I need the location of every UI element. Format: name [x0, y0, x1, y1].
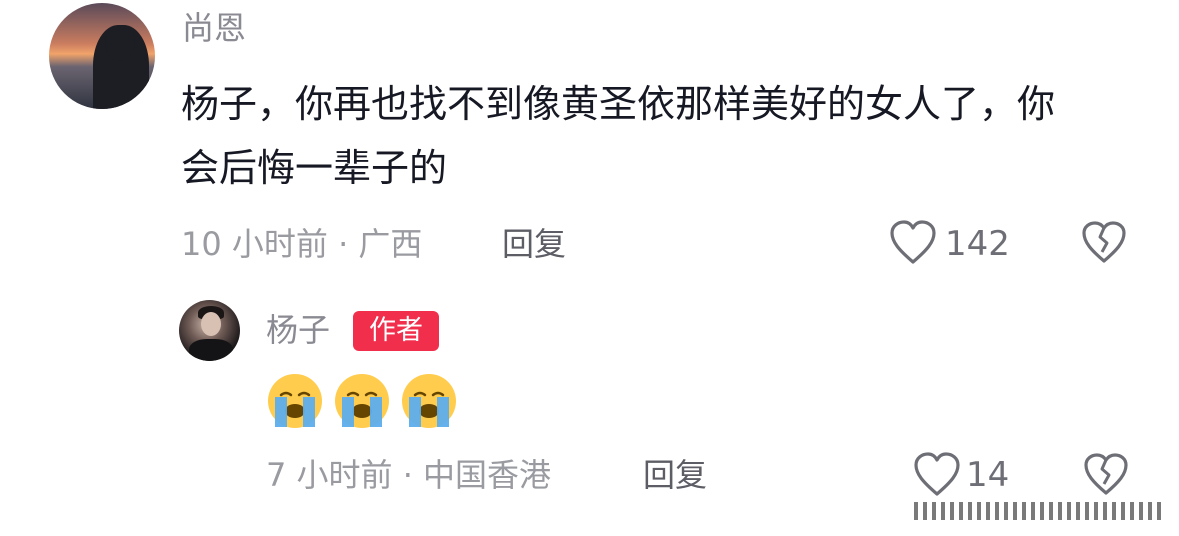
watermark-overlay — [914, 502, 1164, 520]
comment-like-count: 142 — [945, 224, 1010, 264]
author-username[interactable]: 杨子 — [266, 314, 330, 346]
heart-icon[interactable] — [913, 452, 961, 498]
avatar-face — [201, 312, 221, 336]
avatar-silhouette-head — [105, 25, 135, 61]
dislike-broken-heart-icon[interactable] — [1083, 453, 1129, 497]
author-avatar[interactable] — [179, 300, 240, 361]
author-badge: 作者 — [353, 311, 439, 351]
comment-text: 杨子，你再也找不到像黄圣依那样美好的女人了，你会后悔一辈子的 — [181, 82, 1056, 190]
reply-reply-button[interactable]: 回复 — [643, 459, 707, 491]
loudly-crying-face-icon — [335, 374, 389, 428]
avatar-shirt — [189, 339, 233, 361]
commenter-avatar[interactable] — [49, 3, 155, 109]
reply-like-count: 14 — [966, 455, 1010, 495]
loudly-crying-face-icon — [402, 374, 456, 428]
heart-icon[interactable] — [889, 220, 937, 266]
comment-meta: 10 小时前 · 广西 — [181, 225, 423, 263]
loudly-crying-face-icon — [268, 374, 322, 428]
comment-reply-button[interactable]: 回复 — [502, 228, 566, 260]
reply-meta: 7 小时前 · 中国香港 — [266, 456, 552, 494]
dislike-broken-heart-icon[interactable] — [1081, 221, 1127, 265]
commenter-username[interactable]: 尚恩 — [182, 12, 246, 44]
